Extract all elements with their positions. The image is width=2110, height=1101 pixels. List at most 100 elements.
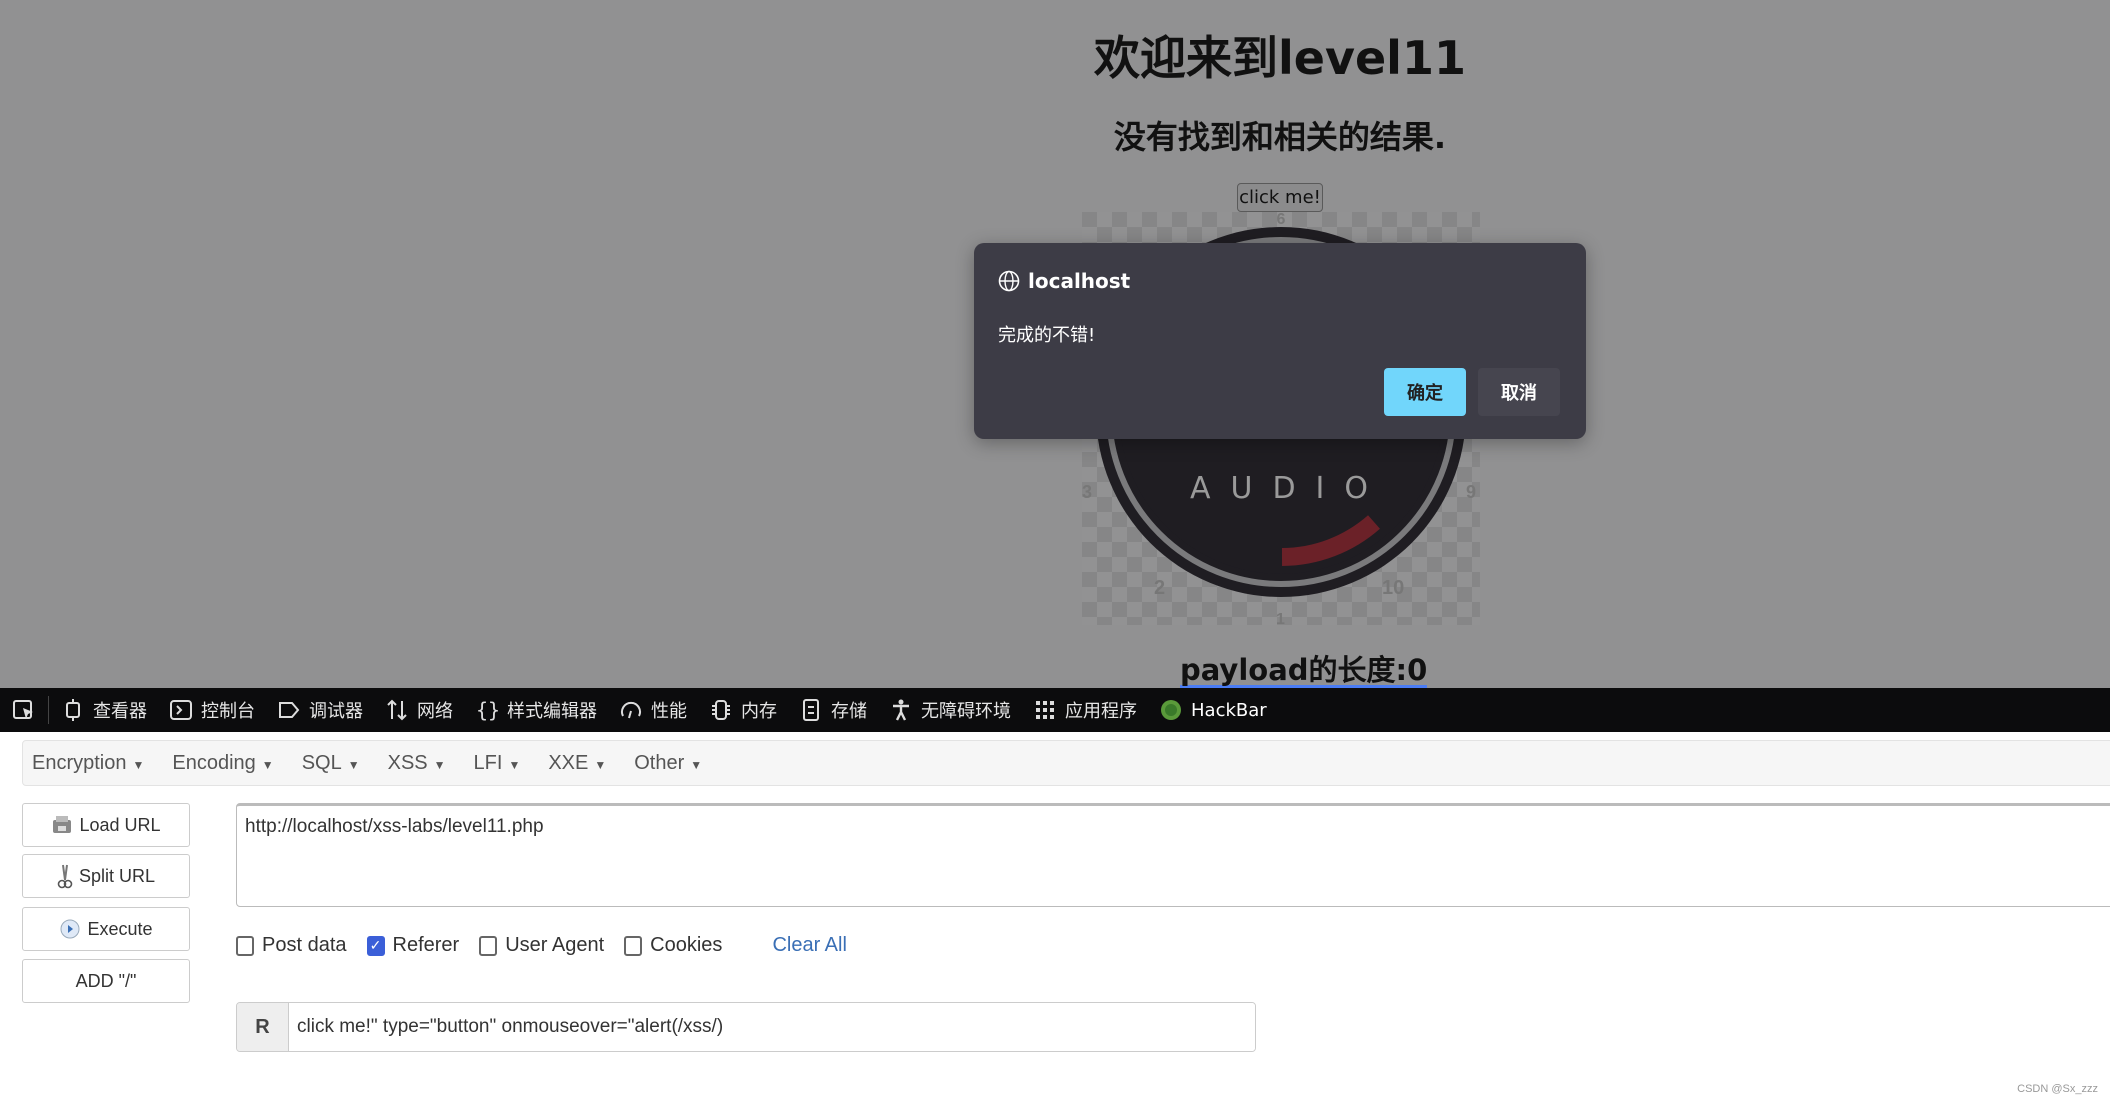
caret-down-icon: ▼ [433, 757, 446, 772]
menu-label: SQL [301, 751, 342, 774]
clear-all-link[interactable]: Clear All [772, 934, 846, 957]
page-title: 欢迎来到level11 [1094, 31, 1466, 85]
devtools-tab-storage[interactable]: 存储 [799, 697, 867, 723]
menu-label: Encryption [32, 751, 127, 774]
devtools-toolbar: 查看器 控制台 调试器 网络 {} 样式编辑器 性能 内存 存储 无障碍环境 应用程序 HackBar [0, 688, 2110, 732]
devtools-tab-style-editor[interactable]: {} 样式编辑器 [475, 697, 597, 723]
logo-number: 2 [1154, 577, 1165, 599]
caret-down-icon: ▼ [261, 757, 274, 772]
checkbox[interactable] [479, 935, 498, 956]
logo-number: 6 [1277, 212, 1286, 228]
checkbox-label: Post data [262, 934, 347, 956]
menu-encryption[interactable]: Encryption ▼ [32, 752, 144, 775]
referer-input[interactable] [289, 1003, 1255, 1051]
referer-prefix: R [237, 1003, 289, 1051]
cancel-button[interactable]: 取消 [1478, 368, 1560, 416]
devtools-tab-label: 应用程序 [1065, 701, 1137, 722]
menu-other[interactable]: Other ▼ [634, 752, 702, 775]
option-cookies[interactable]: Cookies [624, 934, 722, 957]
network-icon [387, 699, 407, 721]
devtools-tab-network[interactable]: 网络 [385, 697, 453, 723]
watermark: CSDN @Sx_zzz [2017, 1083, 2098, 1095]
devtools-tab-label: 无障碍环境 [921, 701, 1011, 722]
devtools-tab-label: 样式编辑器 [507, 701, 597, 722]
menu-label: LFI [473, 751, 503, 774]
click-me-button[interactable]: click me! [1237, 183, 1323, 212]
devtools-tab-accessibility[interactable]: 无障碍环境 [889, 697, 1011, 723]
caret-down-icon: ▼ [594, 757, 607, 772]
logo-number: 3 [1082, 482, 1092, 502]
menu-xxe[interactable]: XXE ▼ [548, 752, 606, 775]
inspector-icon [66, 699, 80, 721]
devtools-tab-label: 调试器 [309, 701, 363, 722]
add-slash-button[interactable]: ADD "/" [22, 959, 190, 1003]
element-picker-icon[interactable] [12, 698, 36, 722]
execute-label: Execute [87, 918, 153, 939]
caret-down-icon: ▼ [132, 757, 145, 772]
checkbox-label: User Agent [505, 934, 605, 956]
devtools-tab-label: 网络 [417, 701, 453, 722]
page-subtitle: 没有找到和相关的结果. [1113, 118, 1447, 156]
dialog-message: 完成的不错! [998, 325, 1096, 346]
option-post-data[interactable]: Post data [236, 934, 347, 957]
load-url-button[interactable]: Load URL [22, 803, 190, 847]
checkbox-label: Referer [392, 934, 460, 956]
options-row: Post data ✓ Referer User Agent Cookies Clear … [236, 934, 847, 957]
checkbox[interactable] [236, 935, 254, 956]
checkbox[interactable]: ✓ [366, 935, 385, 956]
devtools-tab-debugger[interactable]: 调试器 [277, 697, 363, 723]
caret-down-icon: ▼ [347, 757, 360, 772]
logo-number: 10 [1382, 577, 1404, 599]
devtools-tab-inspector[interactable]: 查看器 [61, 697, 147, 723]
devtools-tab-console[interactable]: 控制台 [169, 697, 255, 723]
scissors-icon [57, 864, 73, 889]
devtools-tab-label: 查看器 [93, 701, 147, 722]
logo-number: 9 [1466, 482, 1476, 502]
ok-button[interactable]: 确定 [1384, 368, 1466, 416]
caret-down-icon: ▼ [690, 757, 703, 772]
option-referer[interactable]: ✓ Referer [366, 934, 460, 957]
menu-label: Encoding [172, 751, 256, 774]
split-url-label: Split URL [78, 865, 156, 886]
devtools-tab-memory[interactable]: 内存 [709, 697, 777, 723]
load-url-icon [53, 816, 72, 833]
logo-audio-text: AUDIO [1190, 471, 1388, 506]
split-url-button[interactable]: Split URL [22, 854, 190, 898]
console-icon [170, 700, 192, 720]
url-input[interactable]: http://localhost/xss-labs/level11.php [236, 803, 2110, 907]
referer-field: R [236, 1002, 1256, 1052]
dialog-host: localhost [998, 269, 1130, 293]
menu-encoding[interactable]: Encoding ▼ [172, 752, 273, 775]
accessibility-icon [893, 699, 909, 721]
menu-lfi[interactable]: LFI ▼ [474, 752, 521, 775]
menu-xss[interactable]: XSS ▼ [388, 752, 446, 775]
performance-icon [621, 701, 641, 719]
memory-icon [712, 700, 730, 720]
devtools-tab-label: 性能 [651, 701, 687, 722]
load-url-label: Load URL [79, 814, 161, 835]
caret-down-icon: ▼ [508, 757, 521, 772]
dialog-host-label: localhost [1028, 269, 1131, 293]
storage-icon [803, 699, 819, 721]
checkbox[interactable] [624, 935, 643, 956]
menu-sql[interactable]: SQL ▼ [302, 752, 360, 775]
alert-dialog: localhost 完成的不错! 确定 取消 [974, 243, 1586, 439]
checkbox-label: Cookies [650, 934, 723, 956]
play-icon [60, 919, 80, 939]
devtools-tab-hackbar[interactable]: HackBar [1159, 698, 1267, 722]
payload-length: payload的长度:0 [1180, 653, 1428, 689]
menu-label: Other [634, 751, 685, 774]
devtools-tab-label: 存储 [831, 701, 867, 722]
devtools-tab-label: HackBar [1191, 699, 1267, 721]
menu-label: XSS [387, 751, 428, 774]
hackbar-menubar: Encryption ▼ Encoding ▼ SQL ▼ XSS ▼ LFI ▼ XXE ▼ Othe… [22, 740, 2110, 786]
execute-button[interactable]: Execute [22, 907, 190, 951]
devtools-tab-label: 控制台 [201, 701, 255, 722]
devtools-tab-performance[interactable]: 性能 [619, 697, 687, 723]
devtools-tab-application[interactable]: 应用程序 [1033, 697, 1137, 723]
globe-icon [998, 270, 1020, 292]
logo-number: 1 [1276, 611, 1285, 625]
divider [48, 696, 49, 724]
debugger-icon [279, 702, 300, 718]
option-user-agent[interactable]: User Agent [479, 934, 604, 957]
